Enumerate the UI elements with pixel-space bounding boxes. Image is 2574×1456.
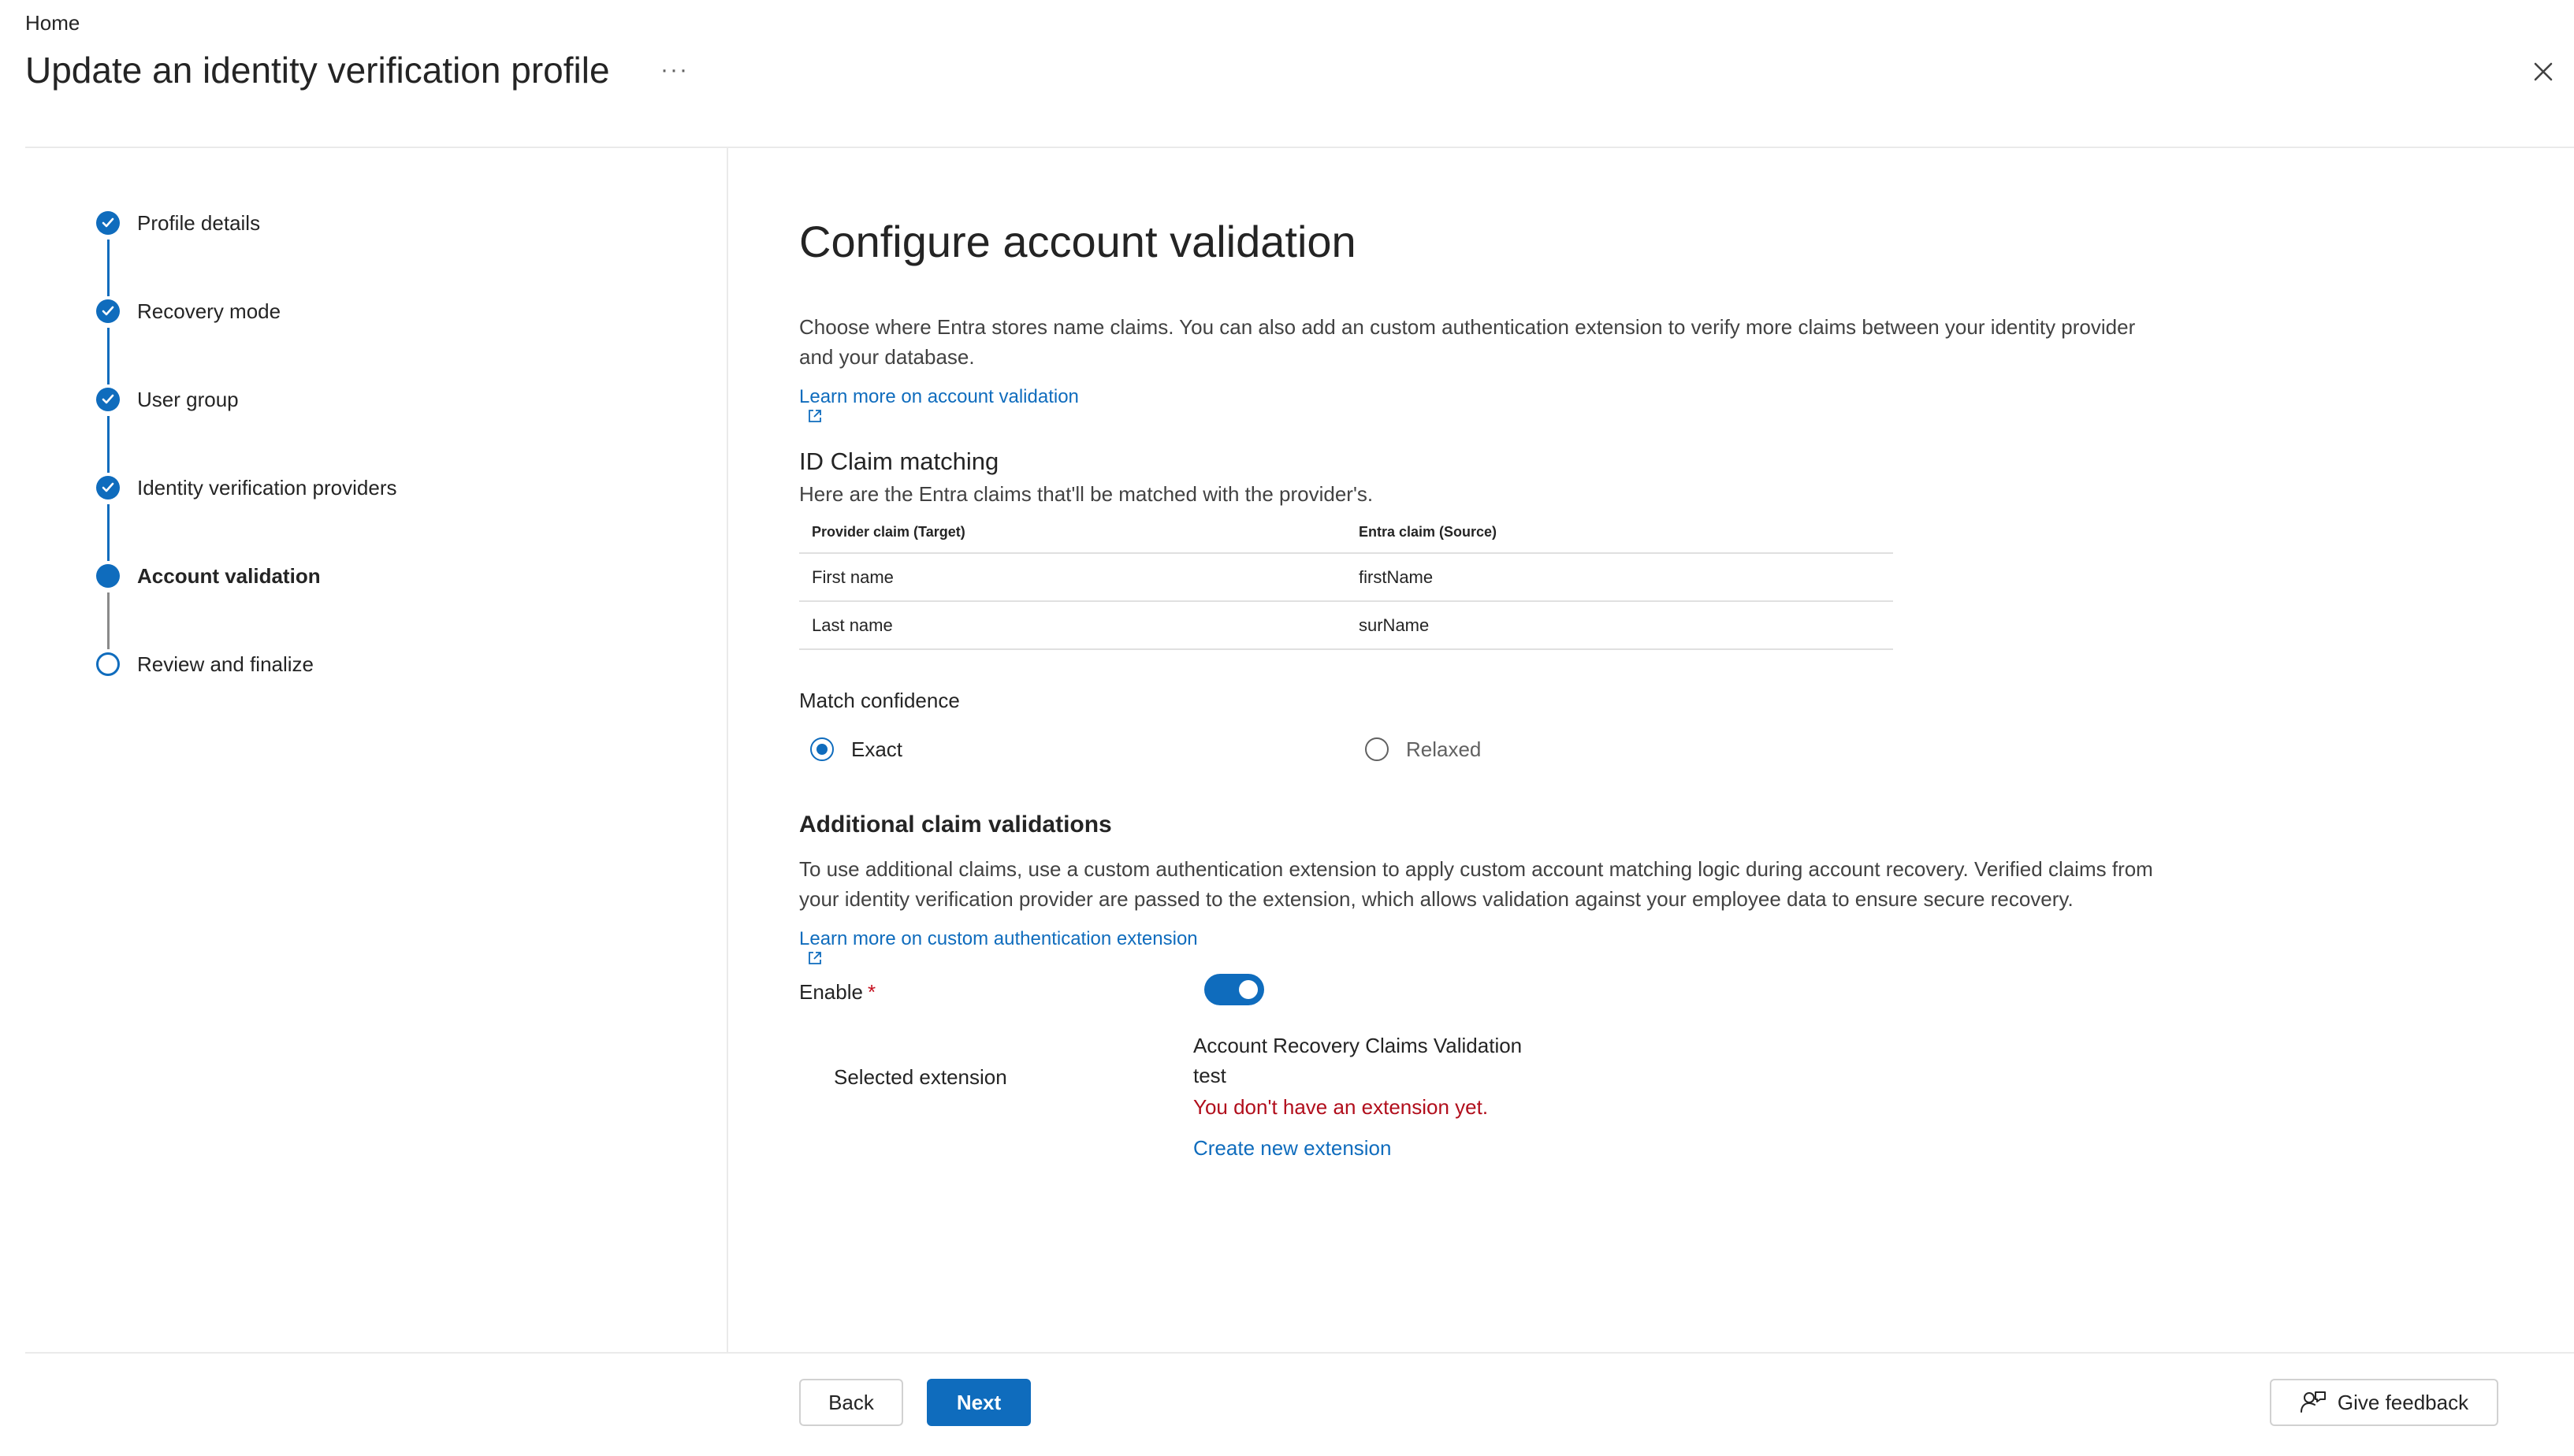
enable-toggle[interactable]: [1204, 974, 1264, 1005]
entra-claim-cell: surName: [1346, 601, 1893, 650]
enable-label-text: Enable: [799, 980, 863, 1004]
step-label: Profile details: [137, 211, 261, 235]
radio-relaxed-label[interactable]: Relaxed: [1406, 737, 1481, 762]
step-label: Review and finalize: [137, 652, 314, 676]
link-text: Learn more on account validation: [799, 386, 1079, 407]
current-step-icon: [96, 564, 120, 588]
radio-relaxed[interactable]: [1365, 737, 1389, 761]
pending-step-icon: [96, 652, 120, 676]
learn-more-account-validation-link[interactable]: Learn more on account validation: [799, 386, 1079, 424]
external-link-icon: [809, 410, 821, 422]
id-claim-heading: ID Claim matching: [799, 448, 999, 475]
radio-exact-label[interactable]: Exact: [851, 737, 902, 762]
link-text: Learn more on custom authentication exte…: [799, 928, 1198, 949]
enable-label: Enable *: [799, 980, 876, 1005]
provider-claim-cell: First name: [799, 553, 1346, 602]
check-icon: [96, 211, 120, 235]
additional-claims-description: To use additional claims, use a custom a…: [799, 857, 2153, 911]
next-button[interactable]: Next: [927, 1379, 1031, 1426]
column-header: Provider claim (Target): [799, 512, 1346, 554]
learn-more-extension-link[interactable]: Learn more on custom authentication exte…: [799, 928, 1198, 966]
claims-table: Provider claim (Target) Entra claim (Sou…: [799, 512, 1893, 650]
step-user-group[interactable]: User group: [93, 383, 645, 414]
extension-error-message: You don't have an extension yet.: [1193, 1095, 1489, 1119]
step-profile-details[interactable]: Profile details: [93, 206, 645, 238]
page-title: Update an identity verification profile: [25, 50, 610, 91]
column-header: Entra claim (Source): [1346, 512, 1893, 554]
step-label: Recovery mode: [137, 299, 281, 323]
step-review-and-finalize[interactable]: Review and finalize: [93, 648, 645, 679]
feedback-person-icon: [2300, 1391, 2326, 1413]
check-icon: [96, 476, 120, 500]
step-connector: [107, 504, 110, 561]
radio-exact[interactable]: [810, 737, 834, 761]
step-connector: [107, 592, 110, 649]
id-claim-subtitle: Here are the Entra claims that'll be mat…: [799, 482, 1374, 506]
check-icon: [96, 388, 120, 411]
match-confidence-label: Match confidence: [799, 689, 960, 712]
section-description: Choose where Entra stores name claims. Y…: [799, 315, 2136, 369]
table-row: Last name surName: [799, 601, 1893, 650]
required-asterisk: *: [867, 980, 876, 1004]
external-link-icon: [809, 952, 821, 964]
step-connector: [107, 416, 110, 473]
close-icon: [2534, 62, 2553, 81]
selected-extension-label: Selected extension: [834, 1065, 1007, 1089]
provider-claim-cell: Last name: [799, 601, 1346, 650]
step-account-validation[interactable]: Account validation: [93, 559, 645, 591]
step-identity-verification-providers[interactable]: Identity verification providers: [93, 471, 645, 503]
header-divider: [25, 147, 2574, 148]
back-button[interactable]: Back: [799, 1379, 903, 1426]
step-connector: [107, 240, 110, 296]
extension-value: test: [1193, 1064, 1226, 1087]
step-connector: [107, 328, 110, 384]
step-label: User group: [137, 388, 239, 411]
stepper-divider: [727, 148, 728, 1352]
more-options-button[interactable]: ···: [660, 57, 689, 84]
additional-claims-heading: Additional claim validations: [799, 812, 1112, 838]
breadcrumb-home[interactable]: Home: [25, 11, 80, 35]
give-feedback-label: Give feedback: [2337, 1390, 2469, 1414]
create-new-extension-link[interactable]: Create new extension: [1193, 1136, 1391, 1161]
check-icon: [96, 299, 120, 323]
extension-name: Account Recovery Claims Validation: [1193, 1034, 1523, 1057]
section-heading: Configure account validation: [799, 217, 1356, 266]
table-row: First name firstName: [799, 553, 1893, 602]
step-label: Account validation: [137, 564, 321, 588]
entra-claim-cell: firstName: [1346, 553, 1893, 602]
footer-divider: [25, 1352, 2574, 1354]
step-recovery-mode[interactable]: Recovery mode: [93, 295, 645, 326]
step-label: Identity verification providers: [137, 476, 397, 500]
table-header-row: Provider claim (Target) Entra claim (Sou…: [799, 512, 1893, 554]
give-feedback-button[interactable]: Give feedback: [2270, 1379, 2498, 1426]
close-button[interactable]: [2530, 58, 2557, 85]
